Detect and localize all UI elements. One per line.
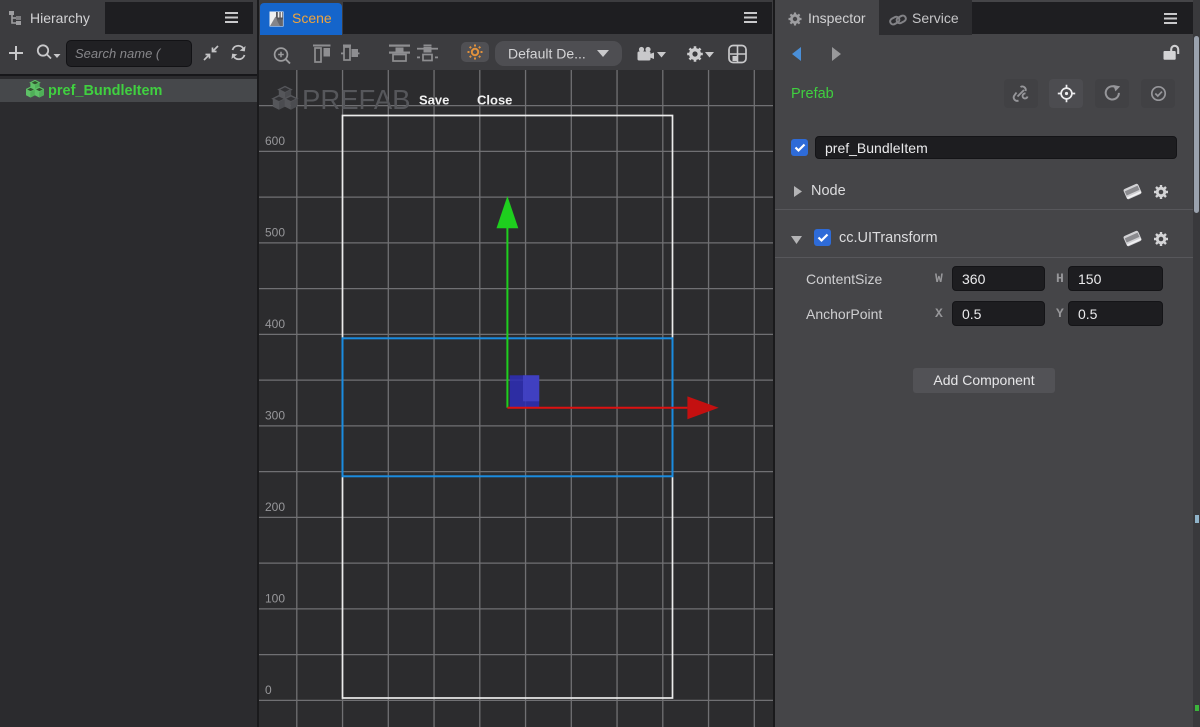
svg-text:Save: Save <box>419 93 449 108</box>
svg-text:PREFAB: PREFAB <box>302 84 411 115</box>
svg-text:100: 100 <box>265 591 285 605</box>
svg-text:0: 0 <box>265 683 272 697</box>
svg-text:300: 300 <box>265 408 285 422</box>
svg-text:600: 600 <box>265 134 285 148</box>
svg-text:400: 400 <box>265 317 285 331</box>
svg-text:Default De...: Default De... <box>508 46 586 62</box>
svg-text:Close: Close <box>477 93 512 108</box>
svg-text:500: 500 <box>265 225 285 239</box>
svg-text:200: 200 <box>265 500 285 514</box>
